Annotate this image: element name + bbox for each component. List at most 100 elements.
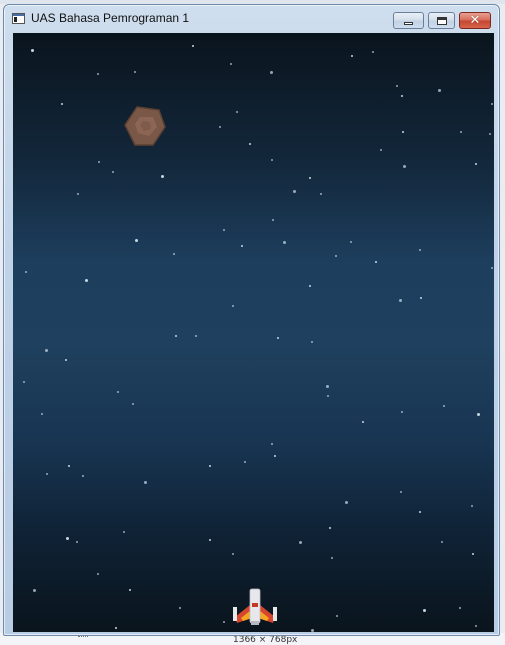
star	[293, 190, 296, 193]
star	[175, 335, 177, 337]
star	[161, 175, 164, 178]
star	[271, 159, 273, 161]
star	[345, 501, 348, 504]
window-titlebar[interactable]: UAS Bahasa Pemrograman 1 ✕	[4, 5, 499, 32]
star	[85, 279, 88, 282]
star	[423, 609, 426, 612]
star	[230, 63, 232, 65]
star	[68, 465, 70, 467]
game-canvas[interactable]	[13, 33, 494, 632]
star	[311, 629, 314, 632]
star	[209, 465, 211, 467]
star	[475, 163, 477, 165]
app-window-icon[interactable]	[12, 13, 25, 24]
star	[274, 455, 276, 457]
star	[350, 241, 352, 243]
minimize-button[interactable]	[393, 12, 424, 29]
minimize-icon	[404, 22, 413, 25]
star	[403, 165, 406, 168]
star	[351, 55, 353, 57]
star	[45, 349, 48, 352]
star	[232, 553, 234, 555]
star	[309, 285, 311, 287]
star	[329, 527, 331, 529]
star	[419, 249, 421, 251]
star	[98, 161, 100, 163]
asteroid-icon	[124, 106, 166, 146]
star	[380, 149, 382, 151]
star	[491, 267, 493, 269]
star	[123, 531, 125, 533]
star	[335, 255, 337, 257]
star	[441, 541, 443, 543]
star	[223, 621, 225, 623]
star	[23, 381, 25, 383]
star	[65, 359, 67, 361]
star	[25, 271, 27, 273]
star	[326, 385, 329, 388]
star	[459, 607, 461, 609]
star	[66, 537, 69, 540]
spaceship-icon[interactable]	[229, 587, 281, 627]
star	[277, 337, 279, 339]
star	[272, 219, 274, 221]
star	[33, 589, 36, 592]
star	[419, 511, 421, 513]
star	[192, 45, 194, 47]
star	[443, 405, 445, 407]
star	[311, 341, 313, 343]
star	[219, 126, 221, 128]
star	[375, 261, 377, 263]
star	[209, 539, 211, 541]
star	[472, 553, 474, 555]
star	[489, 133, 491, 135]
star	[134, 71, 136, 73]
star	[46, 473, 48, 475]
star	[144, 481, 147, 484]
star	[236, 111, 238, 113]
star	[97, 573, 99, 575]
star	[299, 541, 302, 544]
star	[283, 241, 286, 244]
star	[477, 413, 480, 416]
star	[362, 421, 364, 423]
star	[31, 49, 34, 52]
desktop-status-text: 1366 × 768px	[233, 635, 298, 645]
star	[132, 403, 134, 405]
star	[471, 505, 473, 507]
star	[76, 541, 78, 543]
star	[223, 229, 225, 231]
close-icon: ✕	[469, 13, 481, 28]
star	[82, 475, 84, 477]
star	[402, 131, 404, 133]
star	[271, 443, 273, 445]
maximize-icon	[436, 16, 447, 25]
star	[179, 607, 181, 609]
star	[97, 73, 99, 75]
star	[112, 171, 114, 173]
close-button[interactable]: ✕	[459, 12, 491, 29]
star	[61, 103, 63, 105]
star	[401, 95, 403, 97]
star	[491, 103, 493, 105]
maximize-button[interactable]	[428, 12, 455, 29]
star	[77, 193, 79, 195]
star	[232, 305, 234, 307]
star	[331, 557, 333, 559]
star	[372, 51, 374, 53]
star	[400, 491, 402, 493]
star	[115, 627, 117, 629]
star	[249, 143, 251, 145]
star	[396, 85, 398, 87]
star	[195, 335, 197, 337]
star	[135, 239, 138, 242]
star	[309, 177, 311, 179]
star	[420, 297, 422, 299]
star	[41, 413, 43, 415]
star	[320, 193, 322, 195]
star	[327, 395, 329, 397]
star	[399, 299, 402, 302]
star	[270, 71, 273, 74]
star	[336, 615, 338, 617]
star	[117, 391, 119, 393]
